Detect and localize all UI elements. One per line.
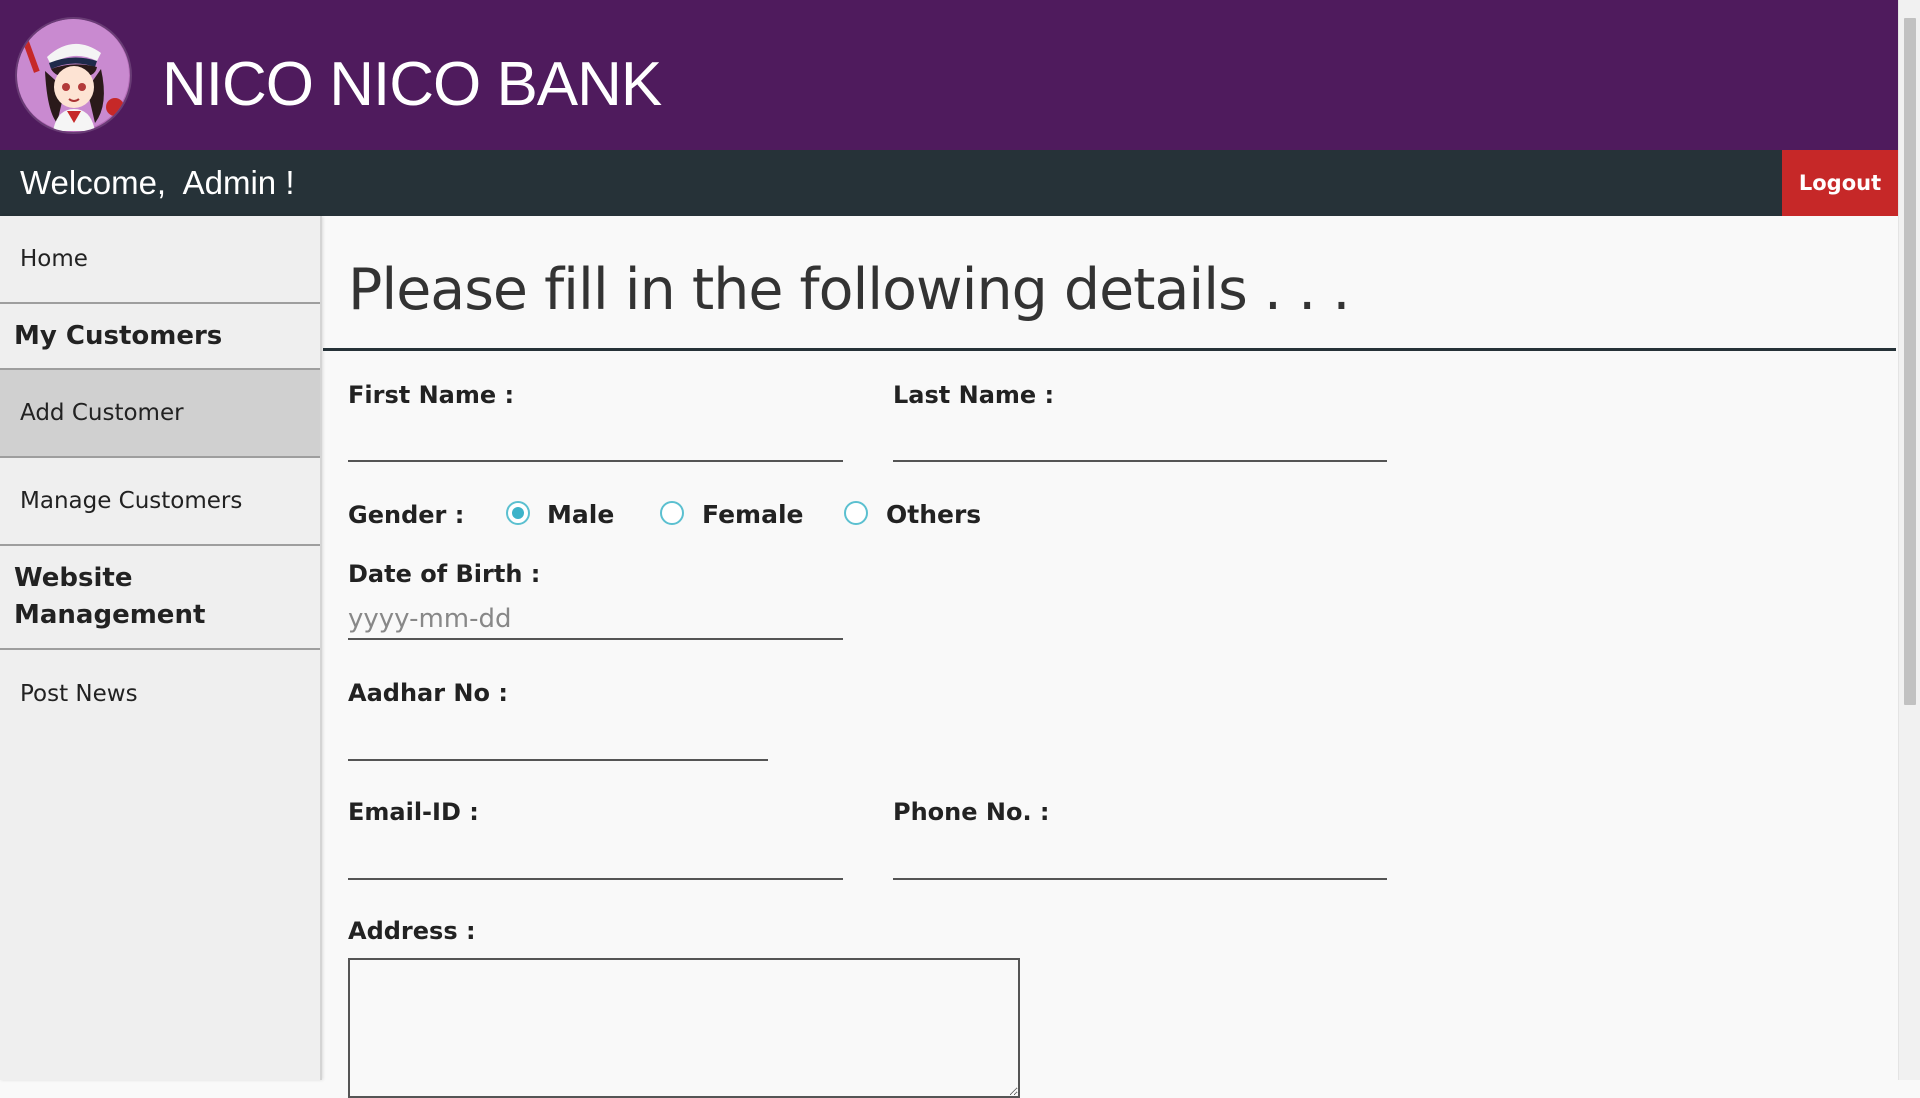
welcome-message: Welcome, Admin ! (20, 164, 295, 201)
sidebar-section-website-management: Website Management (0, 546, 320, 650)
site-header: NICO NICO BANK (0, 0, 1898, 150)
sidebar-item-manage-customers[interactable]: Manage Customers (0, 458, 320, 546)
first-name-label: First Name : (348, 381, 515, 409)
last-name-label: Last Name : (893, 381, 1055, 409)
gender-female-radio[interactable] (660, 501, 684, 525)
sidebar-nav: Home My Customers Add Customer Manage Cu… (0, 216, 322, 1080)
sidebar-item-label: Add Customer (20, 400, 184, 426)
last-name-input[interactable] (893, 422, 1387, 462)
email-input[interactable] (348, 840, 843, 880)
logout-button[interactable]: Logout (1782, 150, 1898, 216)
bank-logo[interactable] (17, 19, 130, 132)
title-divider (323, 348, 1896, 351)
gender-female-label[interactable]: Female (702, 499, 803, 531)
brand-title: NICO NICO BANK (162, 50, 662, 119)
mascot-icon (17, 19, 129, 131)
gender-male-label[interactable]: Male (547, 499, 614, 531)
phone-label: Phone No. : (893, 798, 1050, 826)
sidebar-item-home[interactable]: Home (0, 216, 320, 304)
aadhar-input[interactable] (348, 721, 768, 761)
sidebar-section-label: Website Management (14, 563, 206, 630)
page-title: Please fill in the following details . .… (348, 257, 1351, 323)
gender-label: Gender : (348, 501, 465, 529)
sidebar-item-label: Home (20, 246, 88, 272)
address-label: Address : (348, 917, 476, 945)
address-textarea[interactable] (348, 958, 1020, 1098)
scrollbar-thumb[interactable] (1904, 18, 1916, 705)
sidebar-section-label: My Customers (14, 320, 223, 351)
gender-male-radio[interactable] (506, 501, 530, 525)
gender-others-radio[interactable] (844, 501, 868, 525)
email-label: Email-ID : (348, 798, 479, 826)
dob-label: Date of Birth : (348, 560, 541, 588)
sidebar-item-label: Post News (20, 681, 138, 707)
dob-input[interactable] (348, 600, 843, 640)
sidebar-section-my-customers: My Customers (0, 304, 320, 370)
sidebar-item-label: Manage Customers (20, 488, 243, 514)
sidebar-item-add-customer[interactable]: Add Customer (0, 370, 320, 458)
sidebar-item-post-news[interactable]: Post News (0, 650, 320, 738)
aadhar-label: Aadhar No : (348, 679, 508, 707)
phone-input[interactable] (893, 840, 1387, 880)
gender-others-label[interactable]: Others (886, 499, 981, 531)
first-name-input[interactable] (348, 422, 843, 462)
page-scrollbar[interactable] (1898, 0, 1920, 1080)
welcome-bar: Welcome, Admin ! Logout (0, 150, 1898, 216)
